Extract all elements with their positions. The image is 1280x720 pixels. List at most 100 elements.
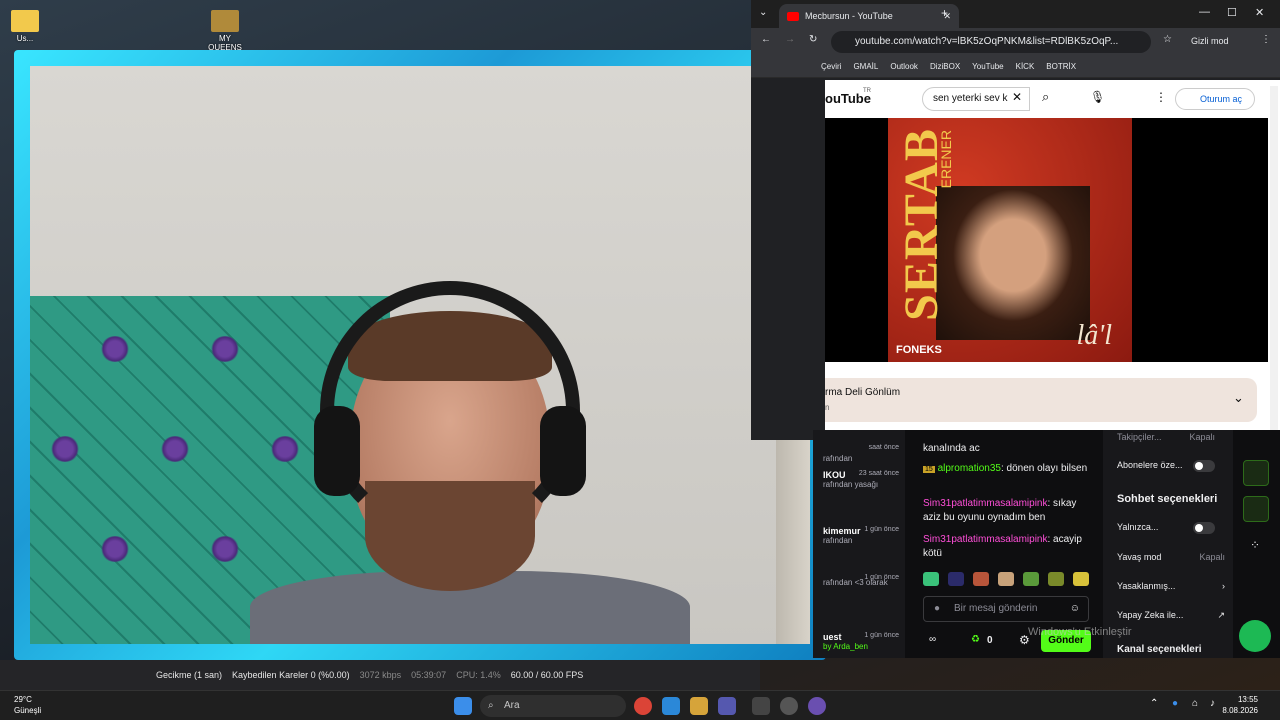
bookmark-item[interactable]: DiziBOX — [930, 62, 960, 71]
epic-taskbar-icon[interactable] — [752, 697, 770, 715]
headset-band — [320, 281, 580, 541]
obs-status-bar: Gecikme (1 san) Kaybedilen Kareler 0 (%0… — [0, 660, 760, 690]
couch-flower — [100, 536, 130, 562]
settings-dots-icon[interactable]: ⋮ — [1155, 90, 1167, 104]
kick-toolbar: ⁘ — [1233, 430, 1280, 658]
tab-bar: ⌄ Mecbursun - YouTube ✕ + — ☐ ✕ — [751, 0, 1280, 28]
banned-words-setting[interactable]: Yasaklanmış... › — [1117, 581, 1225, 591]
network-icon[interactable]: ⌂ — [1192, 698, 1198, 709]
emote-icon[interactable] — [1023, 572, 1039, 586]
album-cover: SERTAB ERENER FONEKS lâ'l — [888, 118, 1132, 362]
playlist-subtitle: n — [825, 403, 830, 412]
emote-icon[interactable] — [1073, 572, 1089, 586]
photos-taskbar-icon[interactable] — [662, 697, 680, 715]
subscribers-only-setting[interactable]: Abonelere öze... — [1117, 460, 1225, 472]
folder-icon — [11, 10, 39, 32]
emote-icon[interactable] — [998, 572, 1014, 586]
followers-only-setting[interactable]: Takipçiler... Kapalı — [1117, 432, 1225, 442]
bookmark-item[interactable]: YouTube — [972, 62, 1003, 71]
taskbar-search-placeholder: Ara — [504, 700, 520, 711]
bookmark-item[interactable]: Outlook — [890, 62, 918, 71]
start-icon[interactable] — [454, 697, 472, 715]
chrome-taskbar-icon[interactable] — [634, 697, 652, 715]
emote-icon[interactable] — [973, 572, 989, 586]
chat-username[interactable]: Sim31patlatimmasalamipink — [923, 498, 1048, 509]
chat-settings-panel: Takipçiler... Kapalı Abonelere öze... So… — [1103, 430, 1233, 658]
weather-widget[interactable]: 29°C Güneşli — [14, 694, 41, 716]
album-artist-surname: ERENER — [938, 130, 954, 189]
couch-flower — [50, 436, 80, 462]
tab-list-icon[interactable]: ⌄ — [759, 7, 767, 18]
headset-left-cup — [314, 406, 360, 496]
profile-indicator[interactable]: Gizli mod — [1191, 36, 1229, 46]
slow-mode-setting[interactable]: Yavaş mod Kapalı — [1117, 552, 1225, 562]
my-queens-shortcut[interactable]: MY QUEENS — [202, 10, 248, 52]
bookmark-star-icon[interactable]: ☆ — [1163, 34, 1172, 45]
url-text: youtube.com/watch?v=lBK5zOqPNKM&list=RDl… — [855, 36, 1119, 47]
volume-icon[interactable]: ♪ — [1210, 698, 1215, 709]
emote-icon[interactable] — [948, 572, 964, 586]
tray-chevron-icon[interactable]: ⌃ — [1150, 698, 1158, 709]
bookmark-item[interactable]: BOTRİX — [1046, 62, 1076, 71]
chat-message: Sim31patlatimmasalamipink: sıkay aziz bu… — [923, 498, 1077, 523]
explorer-taskbar-icon[interactable] — [690, 697, 708, 715]
reload-icon[interactable]: ↻ — [809, 34, 817, 45]
tab-youtube[interactable]: Mecbursun - YouTube ✕ — [779, 4, 959, 28]
taskbar-search[interactable]: ⌕ Ara — [480, 695, 626, 717]
activity-row: IKOU rafından yasağı 23 saat önce — [823, 470, 899, 489]
points-icon[interactable]: ♻ — [971, 634, 980, 645]
support-chat-icon[interactable] — [1239, 620, 1271, 652]
chrome-window: ⌄ Mecbursun - YouTube ✕ + — ☐ ✕ ← → ↻ yo… — [751, 0, 1280, 440]
share-icon[interactable]: ⁘ — [1250, 538, 1260, 552]
search-icon[interactable]: ⌕ — [1042, 89, 1049, 105]
chat-username[interactable]: alpromation35 — [938, 463, 1001, 474]
chevron-down-icon[interactable]: ⌄ — [1233, 390, 1244, 406]
emote-icon[interactable] — [1048, 572, 1064, 586]
minimize-icon[interactable]: — — [1199, 6, 1210, 18]
channel-options-title: Kanal seçenekleri — [1117, 644, 1202, 655]
microphone-icon[interactable]: 🎙 — [1090, 90, 1105, 104]
system-clock[interactable]: 13:55 8.08.2026 — [1222, 694, 1258, 716]
mic-tray-icon[interactable]: ● — [1172, 698, 1178, 709]
emote-only-setting[interactable]: Yalnızca... — [1117, 522, 1225, 534]
clock-date: 8.08.2026 — [1222, 706, 1258, 715]
emote-only-toggle[interactable] — [1193, 522, 1215, 534]
taskbar: 29°C Güneşli ⌕ Ara ⌃ ● ⌂ ♪ 13:55 8.08.20… — [0, 690, 1280, 720]
layout-button[interactable] — [1243, 460, 1269, 486]
playlist-panel[interactable]: rma Deli Gönlüm n ⌄ — [825, 378, 1257, 422]
activity-row: uest by Arda_ben 1 gün önce — [823, 632, 899, 651]
video-player[interactable]: SERTAB ERENER FONEKS lâ'l — [825, 118, 1268, 362]
bookmark-item[interactable]: KİCK — [1016, 62, 1035, 71]
menu-icon[interactable]: ⋮ — [1261, 34, 1271, 45]
couch-flower — [100, 336, 130, 362]
obs-latency: Gecikme (1 san) — [156, 670, 223, 680]
address-bar[interactable]: youtube.com/watch?v=lBK5zOqPNKM&list=RDl… — [831, 31, 1151, 53]
clear-search-icon[interactable]: ✕ — [1012, 90, 1022, 104]
back-icon[interactable]: ← — [761, 34, 771, 45]
chat-username[interactable]: Sim31patlatimmasalamipink — [923, 534, 1048, 545]
close-window-icon[interactable]: ✕ — [1255, 6, 1264, 19]
chevron-right-icon: › — [1222, 581, 1225, 591]
emoji-icon[interactable]: ☺ — [1070, 597, 1080, 621]
forward-icon[interactable]: → — [785, 34, 795, 45]
new-tab-icon[interactable]: + — [941, 6, 948, 20]
bookmark-item[interactable]: GMAİL — [853, 62, 878, 71]
tools-button[interactable] — [1243, 496, 1269, 522]
chrome-toolbar: ← → ↻ youtube.com/watch?v=lBK5zOqPNKM&li… — [751, 28, 1280, 56]
community-icon[interactable]: ∞ — [929, 634, 936, 645]
ai-moderation-setting[interactable]: Yapay Zeka ile... ↗ — [1117, 610, 1225, 620]
obs-taskbar-icon[interactable] — [780, 697, 798, 715]
teams-taskbar-icon[interactable] — [718, 697, 736, 715]
signin-button[interactable]: Oturum aç — [1175, 88, 1255, 110]
discord-taskbar-icon[interactable] — [808, 697, 826, 715]
youtube-page: ouTube TR sen yeterki sev k ✕ ⌕ 🎙 ⋮ Otur… — [825, 80, 1280, 440]
page-scrollbar[interactable] — [1270, 86, 1278, 436]
youtube-header: ouTube TR sen yeterki sev k ✕ ⌕ 🎙 ⋮ Otur… — [825, 80, 1280, 118]
bookmark-item[interactable]: Çeviri — [821, 62, 841, 71]
chat-message-input[interactable]: ● Bir mesaj gönderin ☺ — [923, 596, 1089, 622]
emote-icon[interactable] — [923, 572, 939, 586]
desktop-folder-icon[interactable]: Us... — [2, 10, 48, 43]
region-code: TR — [863, 88, 871, 94]
subscribers-toggle[interactable] — [1193, 460, 1215, 472]
maximize-icon[interactable]: ☐ — [1227, 6, 1237, 19]
